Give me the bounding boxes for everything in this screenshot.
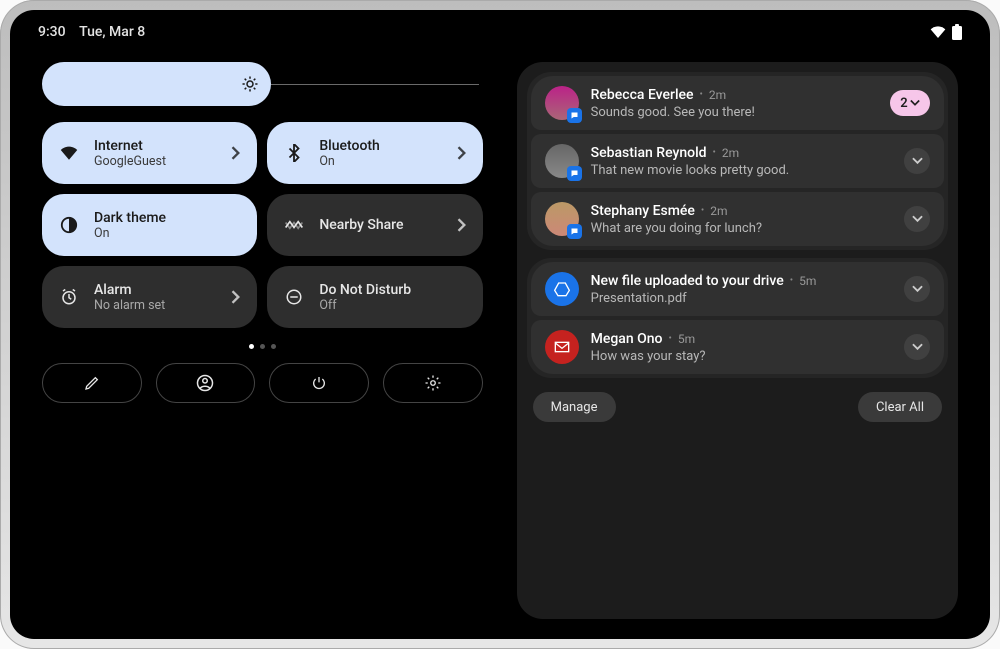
notification-time: 5m [678,332,695,346]
notification-item[interactable]: Rebecca Everlee • 2m Sounds good. See yo… [531,76,944,130]
notification-sender: New file uploaded to your drive [591,273,784,289]
tile-bluetooth[interactable]: Bluetooth On [267,122,482,184]
notification-item[interactable]: Stephany Esmée • 2m What are you doing f… [531,192,944,246]
user-button[interactable] [156,363,256,403]
status-time-date: 9:30 Tue, Mar 8 [38,24,145,40]
tile-do-not-disturb[interactable]: Do Not Disturb Off [267,266,482,328]
chevron-right-icon [231,290,241,304]
notification-item[interactable]: Sebastian Reynold • 2m That new movie lo… [531,134,944,188]
brightness-icon [241,75,259,93]
notification-time: 2m [722,146,739,160]
notification-group-other: New file uploaded to your drive • 5m Pre… [527,258,948,378]
bluetooth-icon [283,144,305,162]
notification-item[interactable]: Megan Ono • 5m How was your stay? [531,320,944,374]
quick-settings-panel: Internet GoogleGuest Bluetooth [42,62,483,619]
drive-icon [545,272,579,306]
notification-time: 2m [709,88,726,102]
tile-subtitle: On [319,154,442,169]
notification-message: Sounds good. See you there! [591,105,878,120]
app-badge-messages-icon [567,224,582,239]
avatar [545,86,579,120]
tile-internet[interactable]: Internet GoogleGuest [42,122,257,184]
notification-panel: Rebecca Everlee • 2m Sounds good. See yo… [517,62,958,619]
tile-nearby-share[interactable]: Nearby Share [267,194,482,256]
manage-button[interactable]: Manage [533,392,616,422]
page-indicator [42,344,483,349]
expand-button[interactable] [904,276,930,302]
tile-subtitle: On [94,226,241,241]
tablet-frame: 9:30 Tue, Mar 8 [0,0,1000,649]
expand-button[interactable] [904,334,930,360]
notification-message: What are you doing for lunch? [591,221,892,236]
wifi-icon [58,146,80,160]
app-badge-messages-icon [567,166,582,181]
notification-time: 2m [710,204,727,218]
group-count-badge[interactable]: 2 [890,90,930,116]
screen: 9:30 Tue, Mar 8 [10,10,990,639]
notification-time: 5m [799,274,816,288]
chevron-right-icon [457,218,467,232]
avatar [545,202,579,236]
status-bar: 9:30 Tue, Mar 8 [38,24,962,40]
tile-subtitle: No alarm set [94,298,217,313]
notification-sender: Megan Ono [591,331,663,347]
tile-title: Internet [94,138,217,154]
tile-title: Bluetooth [319,138,442,154]
brightness-slider[interactable] [42,62,483,106]
battery-icon [952,24,962,40]
notification-sender: Rebecca Everlee [591,87,694,103]
chevron-right-icon [231,146,241,160]
tile-dark-theme[interactable]: Dark theme On [42,194,257,256]
app-badge-messages-icon [567,108,582,123]
notification-sender: Stephany Esmée [591,203,695,219]
expand-button[interactable] [904,148,930,174]
settings-button[interactable] [383,363,483,403]
chevron-right-icon [457,146,467,160]
notification-item[interactable]: New file uploaded to your drive • 5m Pre… [531,262,944,316]
tile-title: Dark theme [94,210,241,226]
tile-title: Alarm [94,282,217,298]
alarm-icon [58,288,80,306]
avatar [545,144,579,178]
tile-subtitle: GoogleGuest [94,154,217,169]
tile-title: Nearby Share [319,217,442,233]
do-not-disturb-icon [283,288,305,306]
power-button[interactable] [269,363,369,403]
tile-subtitle: Off [319,298,466,313]
notification-message: How was your stay? [591,349,892,364]
gmail-icon [545,330,579,364]
notification-message: That new movie looks pretty good. [591,163,892,178]
notification-group-messages: Rebecca Everlee • 2m Sounds good. See yo… [527,72,948,250]
wifi-icon [930,26,946,38]
expand-button[interactable] [904,206,930,232]
clear-all-button[interactable]: Clear All [858,392,942,422]
notification-message: Presentation.pdf [591,291,892,306]
status-date: Tue, Mar 8 [79,24,145,40]
edit-button[interactable] [42,363,142,403]
nearby-share-icon [283,218,305,232]
status-time: 9:30 [38,24,66,40]
tile-title: Do Not Disturb [319,282,466,298]
notification-sender: Sebastian Reynold [591,145,707,161]
tile-alarm[interactable]: Alarm No alarm set [42,266,257,328]
dark-theme-icon [58,216,80,234]
